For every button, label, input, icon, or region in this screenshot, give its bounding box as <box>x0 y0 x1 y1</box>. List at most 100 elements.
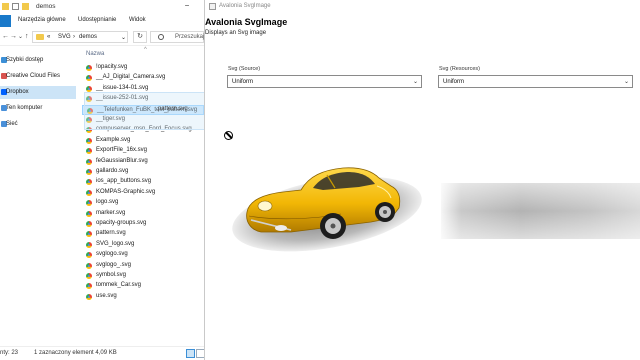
file-name: ios_app_buttons.svg <box>96 178 152 185</box>
file-name: SVG_logo.svg <box>96 240 135 247</box>
breadcrumb-svg[interactable]: SVG <box>58 34 71 40</box>
properties-icon[interactable] <box>12 3 19 10</box>
svg-car-image <box>232 167 422 252</box>
page-title: Avalonia SvgImage <box>205 17 288 27</box>
svg-file-icon <box>86 137 92 144</box>
svg-file-icon <box>86 273 92 279</box>
breadcrumb-overflow[interactable]: « <box>47 34 50 40</box>
file-name: svglogo_.svg <box>96 261 132 268</box>
file-name: tommek_Car.svg <box>96 282 142 289</box>
file-row[interactable]: logo.svg <box>82 198 204 208</box>
file-name: use.svg <box>96 292 117 299</box>
sidebar-item-this-pc[interactable]: Ten komputer <box>0 102 76 115</box>
avalonia-titlebar: Avalonia SvgImage <box>205 0 640 14</box>
sort-ascending-icon: ^ <box>144 47 147 53</box>
no-drop-cursor-icon <box>224 131 233 140</box>
file-row[interactable]: __AJ_Digital_Camera.svg <box>82 73 204 83</box>
up-arrow-icon[interactable]: ↑ <box>25 33 29 40</box>
sidebar-item-quick-access[interactable]: Szybki dostęp <box>0 54 76 67</box>
svg-file-icon <box>86 221 92 227</box>
svg-file-icon <box>86 262 92 269</box>
file-row[interactable]: use.svg <box>82 292 204 302</box>
file-name: !opacity.svg <box>96 64 128 70</box>
resources-stretch-select[interactable]: Uniform ⌄ <box>438 75 633 88</box>
minimize-button[interactable]: − <box>178 1 196 13</box>
file-name: Example.svg <box>96 136 131 143</box>
drag-preview <box>84 92 208 130</box>
svg-file-icon <box>86 158 92 165</box>
breadcrumb-separator: › <box>73 34 75 40</box>
svg-file-icon <box>86 283 92 290</box>
resources-label: Svg (Resources) <box>439 66 480 72</box>
file-row[interactable]: tommek_Car.svg <box>82 281 204 291</box>
drag-filename: pattern.svg <box>158 106 188 112</box>
svg-file-icon <box>86 148 92 155</box>
forward-arrow-icon[interactable]: → <box>10 33 17 40</box>
column-header-name[interactable]: Nazwa <box>86 51 104 57</box>
sidebar-item-network[interactable]: Sieć <box>0 118 76 131</box>
window-title: Avalonia SvgImage <box>219 3 271 9</box>
file-name: KOMPAS-Graphic.svg <box>96 188 156 195</box>
search-input[interactable]: Przeszukaj <box>150 31 204 43</box>
refresh-button[interactable]: ↻ <box>133 31 147 43</box>
file-name: gallardo.svg <box>96 168 129 174</box>
file-name: feGaussianBlur.svg <box>96 157 148 164</box>
chevron-down-icon: ⌄ <box>412 79 418 85</box>
svg-file-icon <box>86 252 92 259</box>
sidebar-item-creative-cloud[interactable]: Creative Cloud Files <box>0 70 76 83</box>
page-subtitle: Displays an Svg image <box>205 30 267 36</box>
new-folder-icon[interactable] <box>22 3 29 10</box>
svg-file-icon <box>86 200 92 207</box>
file-row[interactable]: pattern.svg <box>82 229 204 239</box>
file-name: opacity-groups.svg <box>96 220 147 226</box>
window-title: demos <box>36 3 56 10</box>
search-placeholder: Przeszukaj <box>175 34 205 40</box>
file-name: logo.svg <box>96 199 119 206</box>
file-explorer-window: demos − Narzędzia główne Udostępnianie W… <box>0 0 208 360</box>
sidebar-item-label: Sieć <box>6 121 18 127</box>
file-row[interactable]: KOMPAS-Graphic.svg <box>82 188 204 198</box>
blurred-svg-image <box>441 183 640 239</box>
back-arrow-icon[interactable]: ← <box>2 33 9 40</box>
tab-view[interactable]: Widok <box>129 17 146 23</box>
file-tab[interactable] <box>0 15 11 27</box>
svg-file-icon <box>86 189 92 196</box>
source-label: Svg (Source) <box>228 66 261 72</box>
search-icon <box>158 34 164 40</box>
desktop: demos − Narzędzia główne Udostępnianie W… <box>0 0 640 360</box>
file-row[interactable]: ios_app_buttons.svg <box>82 177 204 187</box>
file-row[interactable]: svglogo.svg <box>82 250 204 260</box>
svg-file-icon <box>86 293 92 300</box>
recent-locations-icon[interactable]: ⌄ <box>18 33 23 40</box>
file-row[interactable]: Example.svg <box>82 136 204 146</box>
svg-file-icon <box>86 210 92 217</box>
tab-share[interactable]: Udostępnianie <box>78 17 116 23</box>
navigation-pane: Szybki dostęp Creative Cloud Files Dropb… <box>0 48 76 344</box>
svg-file-icon <box>86 169 92 175</box>
sidebar-item-dropbox[interactable]: Dropbox <box>0 86 76 99</box>
breadcrumb-demos[interactable]: demos <box>79 34 97 40</box>
file-name: symbol.svg <box>96 272 127 278</box>
address-path[interactable]: « SVG › demos ⌄ <box>32 31 128 43</box>
sidebar-item-label: Szybki dostęp <box>6 57 44 63</box>
file-name: svglogo.svg <box>96 251 128 258</box>
file-row[interactable]: gallardo.svg <box>82 167 204 177</box>
file-row[interactable]: symbol.svg <box>82 271 204 281</box>
file-name: __AJ_Digital_Camera.svg <box>96 74 166 81</box>
status-bar: nty: 23 1 zaznaczony element 4,09 KB <box>0 346 205 360</box>
file-row[interactable]: !opacity.svg <box>82 63 204 73</box>
file-row[interactable]: feGaussianBlur.svg <box>82 157 204 167</box>
file-row[interactable]: opacity-groups.svg <box>82 219 204 229</box>
tab-home[interactable]: Narzędzia główne <box>18 17 66 23</box>
file-row[interactable]: marker.svg <box>82 209 204 219</box>
sidebar-item-label: Ten komputer <box>6 105 43 111</box>
chevron-down-icon: ⌄ <box>623 79 629 85</box>
source-stretch-select[interactable]: Uniform ⌄ <box>227 75 422 88</box>
path-dropdown-icon[interactable]: ⌄ <box>121 34 126 41</box>
file-row[interactable]: ExportFile_16x.svg <box>82 146 204 156</box>
sidebar-item-label: Creative Cloud Files <box>6 73 61 79</box>
svg-file-icon <box>86 241 92 248</box>
file-row[interactable]: svglogo_.svg <box>82 261 204 271</box>
file-row[interactable]: SVG_logo.svg <box>82 240 204 250</box>
details-view-icon[interactable] <box>186 349 195 358</box>
